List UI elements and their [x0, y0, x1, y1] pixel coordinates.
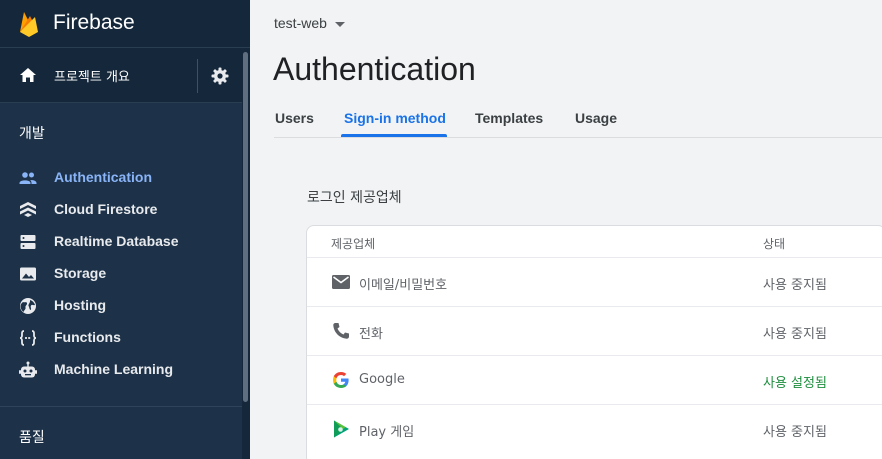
nav-label: Authentication [54, 169, 152, 185]
section-development: 개발 [19, 126, 45, 142]
providers-title: 로그인 제공업체 [307, 190, 402, 206]
project-overview[interactable]: 프로젝트 개요 [0, 48, 244, 103]
nav-label: Functions [54, 329, 121, 345]
overview-label: 프로젝트 개요 [54, 70, 130, 85]
table-row-google[interactable]: Google 사용 설정됨 [307, 355, 882, 404]
play-games-icon [334, 420, 349, 438]
table-row-email-password[interactable]: 이메일/비밀번호 사용 중지됨 [307, 257, 882, 306]
providers-table: 제공업체 상태 이메일/비밀번호 사용 중지됨 전화 사용 중지됨 Google… [306, 225, 882, 459]
sidebar-item-realtime-database[interactable]: Realtime Database [0, 225, 242, 257]
robot-icon [19, 361, 37, 378]
image-icon [20, 267, 36, 281]
nav-label: Realtime Database [54, 233, 179, 249]
home-icon [20, 68, 36, 82]
project-selector[interactable]: test-web [274, 15, 345, 31]
sidebar-scrollbar[interactable] [242, 48, 250, 459]
column-header-status: 상태 [763, 237, 786, 251]
nav-label: Storage [54, 265, 107, 281]
provider-name: 전화 [359, 327, 383, 342]
provider-status: 사용 중지됨 [763, 278, 827, 293]
main-content: test-web Authentication Users Sign-in me… [250, 0, 882, 459]
tab-sign-in-method[interactable]: Sign-in method [344, 110, 446, 126]
tab-users[interactable]: Users [275, 110, 314, 126]
sidebar-item-authentication[interactable]: Authentication [0, 161, 242, 193]
table-row-play-games[interactable]: Play 게임 사용 중지됨 [307, 404, 882, 453]
tab-usage[interactable]: Usage [575, 110, 617, 126]
nav-label: Machine Learning [54, 361, 174, 377]
people-icon [19, 172, 37, 184]
firestore-icon [20, 202, 36, 217]
mail-icon [332, 275, 350, 289]
active-tab-indicator [341, 134, 447, 137]
functions-icon [19, 330, 37, 346]
globe-icon [20, 298, 36, 314]
page-title: Authentication [273, 51, 476, 87]
sidebar-item-cloud-firestore[interactable]: Cloud Firestore [0, 193, 242, 225]
nav-label: Cloud Firestore [54, 201, 158, 217]
section-quality: 품질 [19, 430, 45, 446]
gear-icon[interactable] [211, 67, 229, 85]
chevron-down-icon [334, 21, 345, 27]
provider-status: 사용 중지됨 [763, 327, 827, 342]
firebase-logo-icon [20, 12, 38, 37]
brand-header[interactable]: Firebase [0, 0, 250, 48]
provider-status: 사용 중지됨 [763, 425, 827, 440]
provider-name: 이메일/비밀번호 [359, 278, 448, 293]
project-name: test-web [274, 15, 327, 31]
tab-templates[interactable]: Templates [475, 110, 543, 126]
overview-divider [197, 59, 198, 93]
scrollbar-thumb[interactable] [243, 52, 248, 402]
google-icon [333, 372, 349, 388]
sidebar-divider [0, 406, 242, 407]
sidebar-item-storage[interactable]: Storage [0, 257, 242, 289]
sidebar: Firebase 프로젝트 개요 개발 Authentication Cloud… [0, 0, 250, 459]
nav-label: Hosting [54, 297, 107, 313]
sidebar-item-functions[interactable]: Functions [0, 321, 242, 353]
database-icon [20, 235, 36, 249]
provider-status: 사용 설정됨 [763, 376, 827, 391]
sidebar-item-machine-learning[interactable]: Machine Learning [0, 353, 242, 385]
brand-title: Firebase [53, 11, 135, 34]
tab-bar: Users Sign-in method Templates Usage [274, 106, 882, 138]
column-header-provider: 제공업체 [331, 237, 376, 251]
table-row-phone[interactable]: 전화 사용 중지됨 [307, 306, 882, 355]
phone-icon [333, 323, 349, 339]
provider-name: Google [359, 372, 405, 387]
sidebar-item-hosting[interactable]: Hosting [0, 289, 242, 321]
provider-name: Play 게임 [359, 425, 415, 440]
